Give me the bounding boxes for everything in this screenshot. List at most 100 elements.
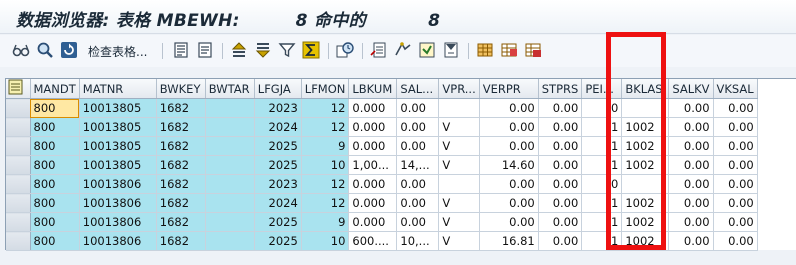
column-header-salkv[interactable]: SALKV bbox=[668, 79, 714, 99]
check-table-button[interactable]: 检查表格... bbox=[88, 43, 147, 60]
export-icon[interactable] bbox=[370, 41, 388, 61]
table-cell[interactable] bbox=[438, 174, 480, 194]
table-cell[interactable]: 800 bbox=[30, 117, 80, 137]
table-cell[interactable]: 800 bbox=[30, 231, 80, 251]
table-cell[interactable]: 10013806 bbox=[79, 174, 157, 194]
table-cell[interactable]: 0.00 bbox=[538, 117, 583, 137]
table-cell[interactable]: 10013806 bbox=[79, 231, 157, 251]
column-header-lfgja[interactable]: LFGJA bbox=[254, 79, 302, 99]
table-cell[interactable]: V bbox=[438, 136, 480, 156]
table-cell[interactable]: 0.000 bbox=[348, 174, 398, 194]
table-cell[interactable] bbox=[205, 231, 255, 251]
table-cell[interactable] bbox=[205, 98, 255, 118]
table-cell[interactable]: 0.00 bbox=[668, 193, 714, 213]
table-cell[interactable]: 0.00 bbox=[713, 231, 758, 251]
column-header-stprs[interactable]: STPRS bbox=[538, 79, 583, 99]
row-selector[interactable] bbox=[6, 231, 31, 251]
table-cell[interactable]: 10013805 bbox=[79, 98, 157, 118]
table-cell[interactable]: 1682 bbox=[156, 174, 206, 194]
table-cell[interactable] bbox=[205, 212, 255, 232]
table-cell[interactable]: 2024 bbox=[254, 193, 302, 213]
table-cell[interactable]: 0.00 bbox=[479, 193, 539, 213]
table-cell[interactable]: 0.00 bbox=[538, 174, 583, 194]
table-cell[interactable]: 0.00 bbox=[538, 193, 583, 213]
sort-ascending-icon[interactable] bbox=[230, 41, 248, 61]
table-cell[interactable]: 1682 bbox=[156, 212, 206, 232]
table-cell[interactable]: 0.00 bbox=[396, 174, 440, 194]
table-cell[interactable]: 0.00 bbox=[538, 231, 583, 251]
table-cell[interactable]: 800 bbox=[30, 193, 80, 213]
row-selector[interactable] bbox=[6, 98, 31, 118]
table-cell[interactable]: 12 bbox=[301, 117, 350, 137]
table-cell[interactable]: 10013805 bbox=[79, 136, 157, 156]
table-cell[interactable]: 800 bbox=[30, 98, 80, 118]
table-cell[interactable]: 0.00 bbox=[713, 98, 758, 118]
table-cell[interactable]: 0.00 bbox=[668, 98, 714, 118]
table-cell[interactable]: 0.00 bbox=[713, 117, 758, 137]
table-cell[interactable]: 0.00 bbox=[538, 98, 583, 118]
table-cell[interactable]: 14.60 bbox=[479, 155, 539, 175]
table-cell[interactable]: 10013806 bbox=[79, 193, 157, 213]
table-cell[interactable]: 14,... bbox=[396, 155, 440, 175]
table-cell[interactable]: 0.000 bbox=[348, 193, 398, 213]
table-cell[interactable]: 1682 bbox=[156, 155, 206, 175]
table-cell[interactable]: 2023 bbox=[254, 174, 302, 194]
table-cell[interactable]: 0.00 bbox=[668, 155, 714, 175]
table-cell[interactable]: 2023 bbox=[254, 98, 302, 118]
table-cell[interactable]: 0.00 bbox=[668, 136, 714, 156]
table-cell[interactable] bbox=[438, 98, 480, 118]
column-header-bwkey[interactable]: BWKEY bbox=[156, 79, 206, 99]
table-cell[interactable]: 0.00 bbox=[538, 136, 583, 156]
table-cell[interactable]: 10 bbox=[301, 155, 350, 175]
excel-export-icon[interactable] bbox=[418, 41, 436, 61]
table-cell[interactable]: 10013805 bbox=[79, 155, 157, 175]
layout-icon[interactable] bbox=[336, 41, 354, 61]
table-cell[interactable]: 0.000 bbox=[348, 212, 398, 232]
table-cell[interactable]: 0.00 bbox=[479, 117, 539, 137]
table-cell[interactable]: 10013805 bbox=[79, 117, 157, 137]
column-header-lfmon[interactable]: LFMON bbox=[301, 79, 350, 99]
table-cell[interactable]: 9 bbox=[301, 212, 350, 232]
table-cell[interactable]: 0.00 bbox=[479, 136, 539, 156]
row-selector[interactable] bbox=[6, 155, 31, 175]
row-selector[interactable] bbox=[6, 193, 31, 213]
column-header-vprsv[interactable]: VPR... bbox=[438, 79, 480, 99]
table-cell[interactable]: 0.00 bbox=[668, 212, 714, 232]
table-cell[interactable]: 0.00 bbox=[713, 136, 758, 156]
glasses-icon[interactable] bbox=[12, 41, 30, 61]
table-cell[interactable]: 0.00 bbox=[479, 212, 539, 232]
table-cell[interactable]: 16.81 bbox=[479, 231, 539, 251]
change-layout-icon[interactable] bbox=[500, 41, 518, 61]
table-cell[interactable]: 10013806 bbox=[79, 212, 157, 232]
table-cell[interactable]: 2025 bbox=[254, 155, 302, 175]
table-cell[interactable]: 800 bbox=[30, 155, 80, 175]
table-cell[interactable]: V bbox=[438, 231, 480, 251]
select-layout-icon[interactable] bbox=[476, 41, 494, 61]
table-cell[interactable]: 0.00 bbox=[479, 174, 539, 194]
table-cell[interactable]: 0.00 bbox=[396, 136, 440, 156]
table-cell[interactable]: 0.00 bbox=[396, 98, 440, 118]
row-selector[interactable] bbox=[6, 212, 31, 232]
table-cell[interactable]: 1682 bbox=[156, 193, 206, 213]
table-cell[interactable]: 0.00 bbox=[668, 117, 714, 137]
graphic-icon[interactable] bbox=[394, 41, 412, 61]
table-cell[interactable]: 0.00 bbox=[396, 212, 440, 232]
table-cell[interactable]: 0.000 bbox=[348, 136, 398, 156]
table-cell[interactable]: 0.00 bbox=[396, 193, 440, 213]
table-cell[interactable]: 10,... bbox=[396, 231, 440, 251]
sum-icon[interactable] bbox=[302, 41, 320, 61]
table-cell[interactable]: 9 bbox=[301, 136, 350, 156]
table-cell[interactable]: 0.00 bbox=[479, 98, 539, 118]
table-cell[interactable]: 0.00 bbox=[538, 212, 583, 232]
select-all-button[interactable] bbox=[6, 79, 31, 99]
print-icon[interactable] bbox=[442, 41, 460, 61]
table-cell[interactable] bbox=[205, 136, 255, 156]
row-selector[interactable] bbox=[6, 136, 31, 156]
column-header-lbkum[interactable]: LBKUM bbox=[348, 79, 398, 99]
table-cell[interactable]: 1682 bbox=[156, 231, 206, 251]
table-cell[interactable]: 1,00... bbox=[348, 155, 398, 175]
table-cell[interactable]: 800 bbox=[30, 174, 80, 194]
table-cell[interactable]: V bbox=[438, 117, 480, 137]
column-header-bwtar[interactable]: BWTAR bbox=[205, 79, 255, 99]
table-cell[interactable]: 0.00 bbox=[713, 212, 758, 232]
